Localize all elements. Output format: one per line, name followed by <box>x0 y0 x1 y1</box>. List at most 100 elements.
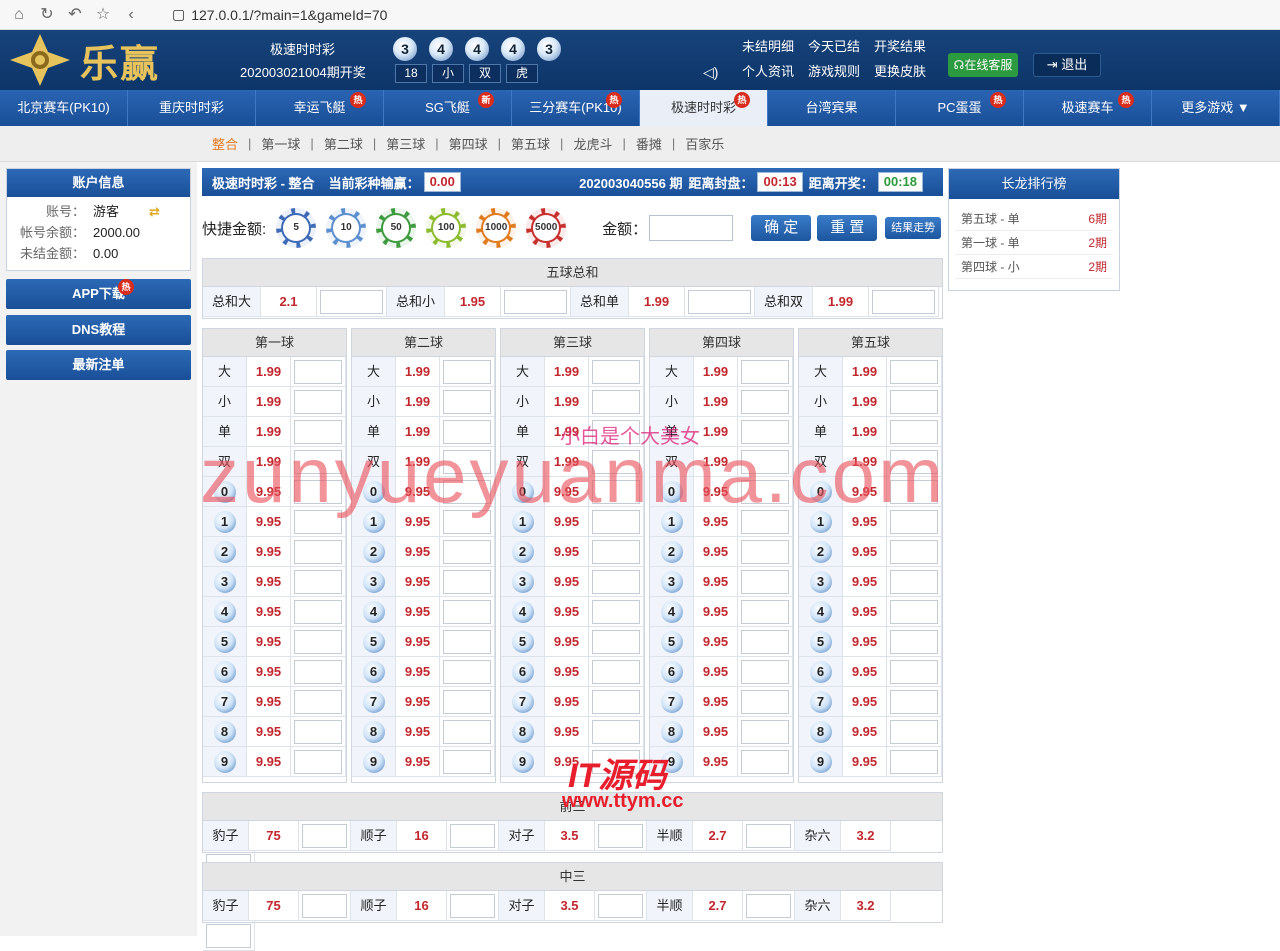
bet-input-box[interactable] <box>741 750 789 774</box>
chip-100[interactable]: 100 <box>426 208 467 248</box>
bet-input-box[interactable] <box>890 750 938 774</box>
bet-input[interactable] <box>589 537 644 567</box>
bet-input[interactable] <box>595 821 647 851</box>
amount-input[interactable] <box>649 215 734 241</box>
bet-input-box[interactable] <box>741 540 789 564</box>
nav-item[interactable]: 极速赛车热 <box>1024 90 1152 126</box>
chip-1000[interactable]: 1000 <box>476 208 517 248</box>
link-rules[interactable]: 游戏规则 <box>808 61 860 80</box>
bet-input-box[interactable] <box>294 480 342 504</box>
bet-input-box[interactable] <box>443 600 491 624</box>
bet-input-box[interactable] <box>294 540 342 564</box>
link-results[interactable]: 开奖结果 <box>874 36 926 55</box>
subnav-item[interactable]: 第二球 <box>324 134 363 153</box>
bet-input[interactable] <box>887 417 942 447</box>
bet-input-box[interactable] <box>206 924 251 948</box>
reset-button[interactable]: 重 置 <box>817 215 878 241</box>
bet-input-box[interactable] <box>443 660 491 684</box>
bet-input[interactable] <box>595 891 647 921</box>
bet-input-box[interactable] <box>890 510 938 534</box>
bet-input-box[interactable] <box>741 510 789 534</box>
bet-input[interactable] <box>291 417 346 447</box>
bet-input-box[interactable] <box>741 390 789 414</box>
bet-input-box[interactable] <box>294 750 342 774</box>
bet-input[interactable] <box>440 537 495 567</box>
undo-icon[interactable]: ↶ <box>64 4 86 26</box>
bet-input-box[interactable] <box>598 824 643 848</box>
bet-input[interactable] <box>440 417 495 447</box>
bet-input-box[interactable] <box>592 360 640 384</box>
bet-input[interactable] <box>291 687 346 717</box>
bet-input[interactable] <box>440 477 495 507</box>
bet-input-box[interactable] <box>688 290 751 314</box>
bet-input[interactable] <box>299 891 351 921</box>
bet-input[interactable] <box>738 537 793 567</box>
online-service-button[interactable]: ☊在线客服 <box>948 53 1018 77</box>
bet-input[interactable] <box>887 447 942 477</box>
bet-input[interactable] <box>291 387 346 417</box>
bet-input-box[interactable] <box>741 420 789 444</box>
bet-input[interactable] <box>299 821 351 851</box>
nav-item[interactable]: 重庆时时彩 <box>128 90 256 126</box>
bet-input[interactable] <box>447 821 499 851</box>
bet-input-box[interactable] <box>890 630 938 654</box>
bet-input-box[interactable] <box>320 290 383 314</box>
bet-input[interactable] <box>887 747 942 777</box>
bet-input[interactable] <box>291 507 346 537</box>
bet-input[interactable] <box>589 627 644 657</box>
bet-input[interactable] <box>738 657 793 687</box>
bet-input-box[interactable] <box>443 720 491 744</box>
bet-input-box[interactable] <box>294 360 342 384</box>
bet-input[interactable] <box>291 627 346 657</box>
bet-input-box[interactable] <box>592 750 640 774</box>
bet-input-box[interactable] <box>443 750 491 774</box>
bet-input[interactable] <box>440 447 495 477</box>
bet-input[interactable] <box>743 891 795 921</box>
back-icon[interactable]: ‹ <box>120 4 142 26</box>
bet-input[interactable] <box>203 921 255 951</box>
bet-input[interactable] <box>440 657 495 687</box>
bet-input-box[interactable] <box>294 690 342 714</box>
bet-input-box[interactable] <box>890 390 938 414</box>
bet-input-box[interactable] <box>592 420 640 444</box>
bet-input[interactable] <box>589 657 644 687</box>
bet-input-box[interactable] <box>443 480 491 504</box>
bet-input-box[interactable] <box>890 420 938 444</box>
bet-input[interactable] <box>440 567 495 597</box>
bet-input-box[interactable] <box>890 600 938 624</box>
bet-input[interactable] <box>440 687 495 717</box>
bet-input[interactable] <box>738 507 793 537</box>
bet-input-box[interactable] <box>450 894 495 918</box>
bet-input[interactable] <box>887 387 942 417</box>
bet-input[interactable] <box>887 687 942 717</box>
link-skin[interactable]: 更换皮肤 <box>874 61 926 80</box>
bet-input[interactable] <box>440 507 495 537</box>
bet-input-box[interactable] <box>746 894 791 918</box>
bet-input-box[interactable] <box>890 450 938 474</box>
bet-input-box[interactable] <box>592 660 640 684</box>
bet-input-box[interactable] <box>592 600 640 624</box>
bet-input-box[interactable] <box>294 450 342 474</box>
latest-bets-button[interactable]: 最新注单 <box>6 350 191 380</box>
logo[interactable]: 乐赢 <box>8 32 188 88</box>
bet-input[interactable] <box>440 597 495 627</box>
subnav-item[interactable]: 第三球 <box>386 134 425 153</box>
nav-item[interactable]: 北京赛车(PK10) <box>0 90 128 126</box>
bet-input-box[interactable] <box>592 510 640 534</box>
bet-input-box[interactable] <box>294 630 342 654</box>
bet-input[interactable] <box>887 477 942 507</box>
subnav-item[interactable]: 第一球 <box>261 134 300 153</box>
bet-input[interactable] <box>738 717 793 747</box>
bet-input-box[interactable] <box>872 290 935 314</box>
bet-input-box[interactable] <box>741 360 789 384</box>
bet-input[interactable] <box>887 537 942 567</box>
bet-input-box[interactable] <box>592 570 640 594</box>
bet-input[interactable] <box>447 891 499 921</box>
bet-input-box[interactable] <box>592 720 640 744</box>
bet-input-box[interactable] <box>294 390 342 414</box>
bet-input[interactable] <box>589 567 644 597</box>
bet-input-box[interactable] <box>443 540 491 564</box>
bet-input-box[interactable] <box>890 720 938 744</box>
nav-item[interactable]: 更多游戏 ▼ <box>1152 90 1280 126</box>
bet-input-box[interactable] <box>443 510 491 534</box>
